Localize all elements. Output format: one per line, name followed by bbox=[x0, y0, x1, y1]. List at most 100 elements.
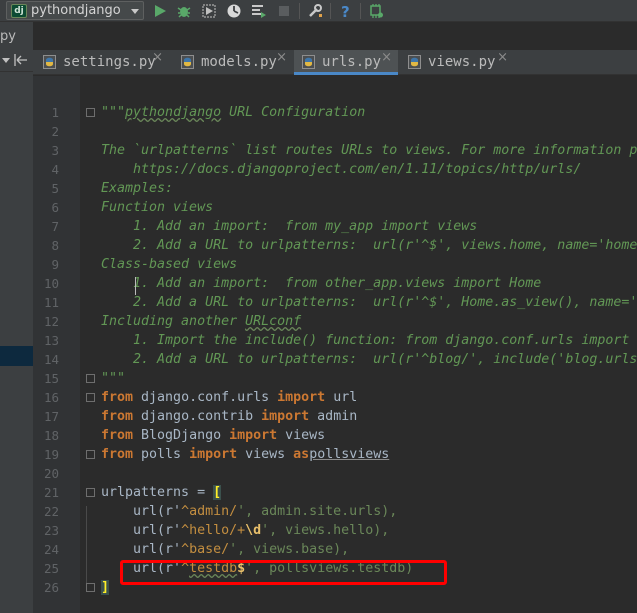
code-line-11[interactable]: 11 2. Add a URL to urlpatterns: url(r'^$… bbox=[33, 293, 637, 312]
stop-icon[interactable] bbox=[276, 3, 292, 19]
sdk-icon[interactable] bbox=[368, 3, 384, 19]
line-number: 5 bbox=[51, 181, 59, 196]
code-line-5[interactable]: 5 Examples: bbox=[33, 179, 637, 198]
line-number: 4 bbox=[51, 162, 59, 177]
docstring-text: 2. Add a URL to urlpatterns: url(r'^blog… bbox=[101, 352, 637, 367]
fold-icon[interactable] bbox=[86, 488, 95, 497]
docstring-text: The `urlpatterns` list routes URLs to vi… bbox=[101, 143, 637, 158]
keyword: import bbox=[261, 409, 310, 424]
code-line-10[interactable]: 10 1. Add an import: from other_app.view… bbox=[33, 274, 637, 293]
code-line-12[interactable]: 12 Including another URLconf bbox=[33, 312, 637, 331]
url-call: url(r' bbox=[101, 542, 182, 557]
code-line-3[interactable]: 3 The `urlpatterns` list routes URLs to v… bbox=[33, 141, 637, 160]
code-line-14[interactable]: 14 2. Add a URL to urlpatterns: url(r'^b… bbox=[33, 350, 637, 369]
import-alias: pollsviews bbox=[309, 447, 390, 462]
project-panel bbox=[0, 22, 33, 613]
code-line-16[interactable]: 16 from django.conf.urls import url bbox=[33, 388, 637, 407]
module-name: django.conf.urls bbox=[133, 390, 278, 405]
line-number: 17 bbox=[43, 409, 59, 424]
dropdown-arrow-icon[interactable] bbox=[2, 56, 10, 64]
debug-icon[interactable] bbox=[176, 3, 192, 19]
module-name: polls bbox=[133, 447, 190, 462]
line-number: 12 bbox=[43, 314, 59, 329]
code-line-17[interactable]: 17 from django.contrib import admin bbox=[33, 407, 637, 426]
python-file-icon bbox=[181, 55, 194, 69]
docstring-text: https://docs.djangoproject.com/en/1.11/t… bbox=[101, 162, 582, 177]
collapse-panel-icon[interactable] bbox=[14, 54, 28, 66]
regex-pattern: ^admin/ bbox=[181, 504, 238, 519]
fold-icon[interactable] bbox=[86, 583, 95, 592]
help-icon[interactable]: ? bbox=[338, 3, 354, 19]
code-line-24[interactable]: 24 url(r'^base/', views.base), bbox=[33, 540, 637, 559]
matched-bracket: [ bbox=[213, 485, 222, 500]
code-line-18[interactable]: 18 from BlogDjango import views bbox=[33, 426, 637, 445]
keyword: from bbox=[101, 409, 134, 424]
line-number: 14 bbox=[43, 352, 59, 367]
line-number: 18 bbox=[43, 428, 59, 443]
docstring-text: 1. Import the include() function: from d… bbox=[101, 333, 637, 348]
url-args: ', views.hello), bbox=[261, 523, 390, 538]
code-line-1[interactable]: 1 """pythondjango URL Configuration bbox=[33, 103, 637, 122]
breadcrumb[interactable]: py bbox=[0, 24, 34, 50]
run-icon[interactable] bbox=[152, 3, 168, 19]
toolbar-separator bbox=[360, 3, 361, 19]
docstring-text: URLconf bbox=[245, 314, 302, 329]
close-icon[interactable]: × bbox=[276, 50, 287, 65]
fold-icon[interactable] bbox=[86, 374, 95, 383]
code-line-19[interactable]: 19 from polls import views aspollsviews bbox=[33, 445, 637, 464]
docstring-text: Class-based views bbox=[101, 257, 238, 272]
code-line-15[interactable]: 15 """ bbox=[33, 369, 637, 388]
code-line-9[interactable]: 9 Class-based views bbox=[33, 255, 637, 274]
project-panel-toolbar bbox=[0, 50, 33, 72]
profile-icon[interactable] bbox=[226, 3, 242, 19]
code-line-22[interactable]: 22 url(r'^admin/', admin.site.urls), bbox=[33, 502, 637, 521]
code-line-7[interactable]: 7 1. Add an import: from my_app import v… bbox=[33, 217, 637, 236]
close-icon[interactable]: × bbox=[152, 50, 163, 65]
tab-views-py[interactable]: views.py × bbox=[400, 50, 514, 75]
fold-icon[interactable] bbox=[86, 393, 95, 402]
docstring-text: 1. Add an import: from my_app import vie… bbox=[101, 219, 478, 234]
code-line-4[interactable]: 4 https://docs.djangoproject.com/en/1.11… bbox=[33, 160, 637, 179]
close-icon[interactable]: × bbox=[497, 50, 508, 65]
close-icon[interactable]: × bbox=[381, 50, 392, 65]
code-line-23[interactable]: 23 url(r'^hello/+\d', views.hello), bbox=[33, 521, 637, 540]
code-line-20[interactable]: 20 bbox=[33, 464, 637, 483]
docstring-text: Including another bbox=[101, 314, 246, 329]
code-line-21[interactable]: 21 urlpatterns = [ bbox=[33, 483, 637, 502]
fold-icon[interactable] bbox=[86, 450, 95, 459]
code-line-2[interactable]: 2 bbox=[33, 122, 637, 141]
tab-models-py[interactable]: models.py × bbox=[173, 50, 293, 75]
url-call: url(r' bbox=[101, 523, 182, 538]
fold-icon[interactable] bbox=[86, 108, 95, 117]
coverage-icon[interactable] bbox=[201, 3, 217, 19]
text-caret bbox=[135, 277, 136, 295]
code-line-6[interactable]: 6 Function views bbox=[33, 198, 637, 217]
python-file-icon bbox=[302, 55, 315, 69]
run-configuration-select[interactable]: dj pythondjango bbox=[6, 1, 144, 20]
chevron-down-icon[interactable] bbox=[131, 9, 139, 14]
code-editor[interactable]: 1 """pythondjango URL Configuration 2 3 Th… bbox=[33, 76, 637, 613]
keyword: from bbox=[101, 447, 134, 462]
python-file-icon bbox=[43, 55, 56, 69]
line-number: 6 bbox=[51, 200, 59, 215]
settings-icon[interactable] bbox=[307, 3, 323, 19]
toolbar-separator bbox=[299, 3, 300, 19]
docstring-text: Examples: bbox=[101, 181, 174, 196]
docstring-text: 2. Add a URL to urlpatterns: url(r'^$', … bbox=[101, 295, 637, 310]
line-number: 24 bbox=[43, 542, 59, 557]
regex-pattern: ^base/ bbox=[181, 542, 230, 557]
selected-tree-item[interactable] bbox=[0, 346, 33, 366]
tab-urls-py[interactable]: urls.py × bbox=[294, 50, 398, 75]
line-number: 19 bbox=[43, 447, 59, 462]
keyword: import bbox=[189, 447, 238, 462]
django-icon: dj bbox=[11, 4, 27, 18]
line-number: 7 bbox=[51, 219, 59, 234]
code-line-13[interactable]: 13 1. Import the include() function: fro… bbox=[33, 331, 637, 350]
keyword: from bbox=[101, 428, 134, 443]
line-number: 11 bbox=[43, 295, 59, 310]
concurrency-icon[interactable] bbox=[251, 3, 267, 19]
tab-settings-py[interactable]: settings.py × bbox=[35, 50, 169, 75]
line-number: 1 bbox=[51, 105, 59, 120]
code-line-8[interactable]: 8 2. Add a URL to urlpatterns: url(r'^$'… bbox=[33, 236, 637, 255]
line-number: 23 bbox=[43, 523, 59, 538]
